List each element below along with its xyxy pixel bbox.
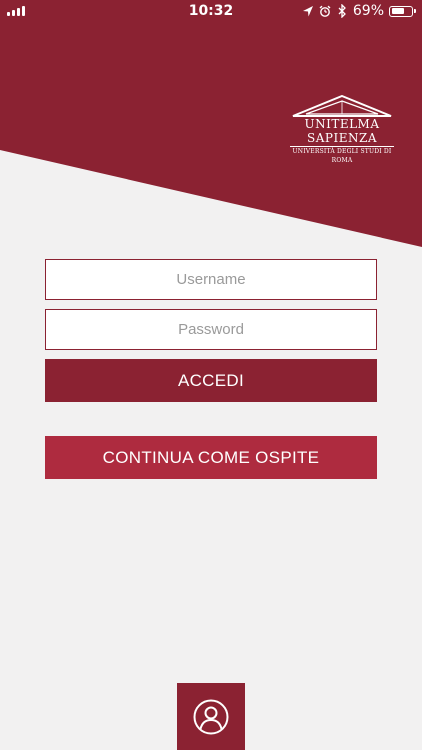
user-profile-icon: [193, 699, 229, 734]
battery-icon: [389, 5, 413, 17]
status-bar: 10:32 69%: [0, 0, 422, 24]
location-icon: [302, 6, 313, 17]
profile-tab-button[interactable]: [177, 683, 245, 750]
brand-name: UNITELMA SAPIENZA: [290, 117, 394, 147]
login-form: ACCEDI CONTINUA COME OSPITE: [45, 259, 377, 479]
password-input[interactable]: [45, 309, 377, 350]
username-input[interactable]: [45, 259, 377, 300]
alarm-icon: [319, 5, 331, 17]
battery-percent: 69%: [352, 3, 384, 19]
guest-button-label: CONTINUA COME OSPITE: [102, 447, 320, 467]
brand-subtitle: UNIVERSITÀ DEGLI STUDI DI ROMA: [292, 148, 392, 164]
building-roof-icon: [292, 95, 392, 117]
unitelma-sapienza-logo: UNITELMA SAPIENZA UNIVERSITÀ DEGLI STUDI…: [290, 95, 394, 165]
login-button-label: ACCEDI: [177, 370, 245, 390]
login-button[interactable]: ACCEDI: [45, 359, 377, 402]
battery-level-fill: [391, 8, 404, 14]
bluetooth-icon: [338, 4, 346, 18]
guest-button[interactable]: CONTINUA COME OSPITE: [45, 436, 377, 479]
